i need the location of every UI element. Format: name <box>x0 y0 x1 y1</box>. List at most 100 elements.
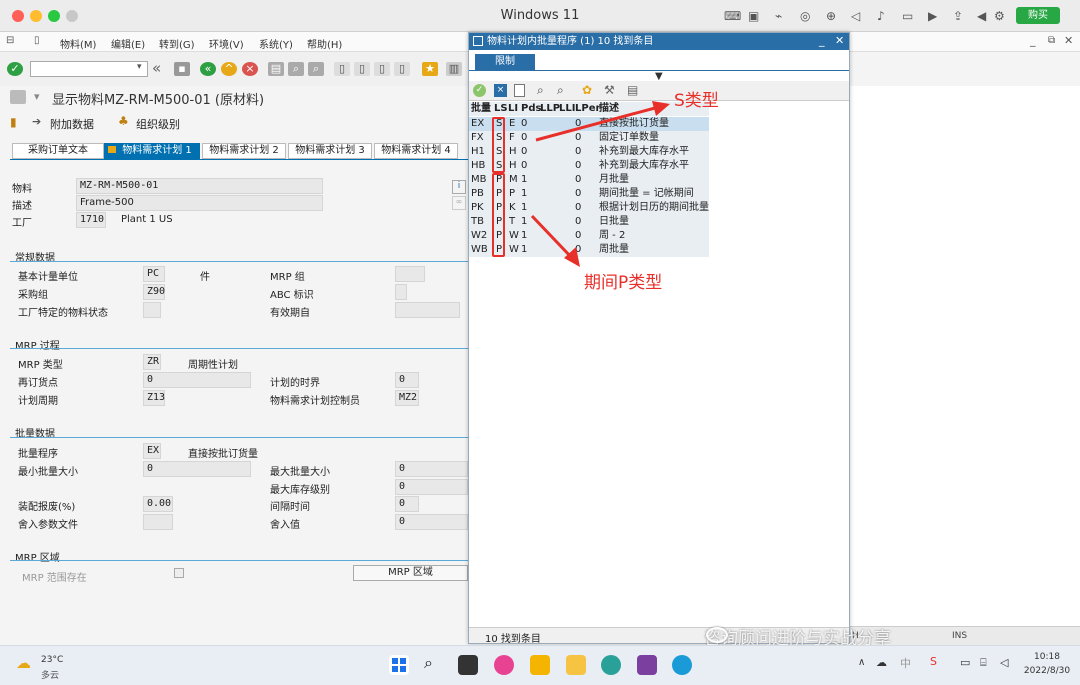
save-icon[interactable]: ▪ <box>174 62 190 76</box>
gear-icon[interactable]: ⚙ <box>994 9 1005 23</box>
dropdown-icon[interactable]: ▾ <box>34 90 40 103</box>
tray-chevron-icon[interactable]: ∧ <box>858 657 865 668</box>
fullscreen-window-button[interactable] <box>66 10 78 22</box>
network-icon[interactable]: ⌸ <box>980 656 987 670</box>
org-levels-button[interactable]: 组织级别 <box>136 116 180 132</box>
file-explorer-icon[interactable] <box>566 655 586 675</box>
base-unit-field[interactable]: PC <box>143 266 165 282</box>
tab-po-text[interactable]: 采购订单文本 <box>12 143 104 159</box>
tab-restrictions[interactable]: 限制 <box>475 54 535 70</box>
menu-goto[interactable]: 转到(G) <box>159 36 195 51</box>
print-icon[interactable]: ▤ <box>268 62 284 76</box>
back-icon[interactable]: « <box>200 62 216 76</box>
planning-horizon-field[interactable]: 0 <box>395 372 419 388</box>
microphone-icon[interactable]: ♪ <box>877 9 885 23</box>
popup-ok-icon[interactable]: ✓ <box>473 84 486 97</box>
rounding-value-field[interactable]: 0 <box>395 514 468 530</box>
menu-system[interactable]: 系统(Y) <box>259 36 293 51</box>
app-icon-teal[interactable] <box>601 655 621 675</box>
plant-field[interactable]: 1710 <box>76 212 106 228</box>
assembly-scrap-field[interactable]: 0.00 <box>143 496 173 512</box>
enter-icon[interactable]: ✓ <box>7 62 23 76</box>
close-icon[interactable]: ✕ <box>1064 34 1073 47</box>
menu-material[interactable]: 物料(M) <box>60 36 96 51</box>
popup-cancel-icon[interactable]: × <box>494 84 507 97</box>
org-levels-icon[interactable]: ♣ <box>118 114 129 128</box>
column-header-lot[interactable]: 批量 <box>471 102 491 116</box>
weather-temp[interactable]: 23°C <box>41 655 63 665</box>
share-icon[interactable]: ⇪ <box>953 9 963 23</box>
tab-mrp-1[interactable]: 物料需求计划 1 <box>104 143 200 159</box>
video-icon[interactable]: ▶ <box>928 9 937 23</box>
previous-page-icon[interactable]: ▯ <box>354 62 370 76</box>
new-session-icon[interactable]: ★ <box>422 62 438 76</box>
speaker-icon[interactable]: ◁ <box>851 9 860 23</box>
mrp-type-field[interactable]: ZR <box>143 354 161 370</box>
lot-procedure-field[interactable]: EX <box>143 443 161 459</box>
additional-data-button[interactable]: 附加数据 <box>50 116 94 132</box>
menu-edit[interactable]: 编辑(E) <box>111 36 145 51</box>
find-icon[interactable]: ⌕ <box>288 62 304 76</box>
max-stock-field[interactable]: 0 <box>395 479 468 495</box>
info-icon[interactable]: i <box>452 180 466 194</box>
weather-desc[interactable]: 多云 <box>41 668 59 681</box>
description-field[interactable]: Frame-500 <box>76 195 323 211</box>
purchasing-group-field[interactable]: Z90 <box>143 284 165 300</box>
printer-icon[interactable]: ▭ <box>902 9 913 23</box>
plant-status-field[interactable] <box>143 302 161 318</box>
abc-indicator-field[interactable] <box>395 284 407 300</box>
back-arrow-icon[interactable]: ◀ <box>977 9 986 23</box>
clock-date[interactable]: 2022/8/30 <box>1020 666 1074 676</box>
chip-icon[interactable]: ▣ <box>748 9 759 23</box>
max-lot-field[interactable]: 0 <box>395 461 468 477</box>
buy-button[interactable]: 购买 <box>1016 7 1060 24</box>
mrp-area-button[interactable]: MRP 区域 <box>353 565 468 581</box>
app-icon-circle[interactable] <box>494 655 514 675</box>
cloud-icon[interactable]: ☁ <box>876 656 887 669</box>
rounding-profile-field[interactable] <box>143 514 173 530</box>
layout-menu-icon[interactable]: ▥ <box>446 62 462 76</box>
tab-mrp-2[interactable]: 物料需求计划 2 <box>202 143 286 159</box>
display-icon[interactable]: ▭ <box>960 656 970 669</box>
popup-close-icon[interactable]: ✕ <box>835 34 844 47</box>
mrp-controller-field[interactable]: MZ2 <box>395 390 419 406</box>
task-view-icon[interactable] <box>458 655 478 675</box>
weather-icon[interactable]: ☁ <box>16 654 31 672</box>
first-page-icon[interactable]: ▯ <box>334 62 350 76</box>
interval-field[interactable]: 0 <box>395 496 419 512</box>
tab-mrp-4[interactable]: 物料需求计划 4 <box>374 143 458 159</box>
command-field[interactable] <box>30 61 148 77</box>
min-lot-field[interactable]: 0 <box>143 461 251 477</box>
menu-environment[interactable]: 环境(V) <box>209 36 244 51</box>
glasses-icon[interactable]: ∞ <box>452 196 466 210</box>
onenote-icon[interactable] <box>637 655 657 675</box>
minimize-window-button[interactable] <box>30 10 42 22</box>
double-chevron-left-icon[interactable]: « <box>152 59 161 77</box>
close-window-button[interactable] <box>12 10 24 22</box>
next-page-icon[interactable]: ▯ <box>374 62 390 76</box>
menu-help[interactable]: 帮助(H) <box>307 36 342 51</box>
globe-icon[interactable]: ⊕ <box>826 9 836 23</box>
app-icon-sap[interactable] <box>530 655 550 675</box>
cancel-icon[interactable]: × <box>242 62 258 76</box>
antivirus-icon[interactable]: S <box>930 655 937 668</box>
chevron-down-icon[interactable]: ▾ <box>137 62 142 72</box>
zoom-window-button[interactable] <box>48 10 60 22</box>
valid-from-field[interactable] <box>395 302 460 318</box>
column-header-ls[interactable]: LS <box>494 102 508 116</box>
planning-cycle-field[interactable]: Z13 <box>143 390 165 406</box>
start-icon[interactable] <box>389 655 409 675</box>
find-next-icon[interactable]: ⌕ <box>308 62 324 76</box>
edge-icon[interactable] <box>672 655 692 675</box>
window-menu-icon[interactable]: ⊟ <box>6 35 14 46</box>
tab-mrp-3[interactable]: 物料需求计划 3 <box>288 143 372 159</box>
usb-icon[interactable]: ⌁ <box>775 9 782 23</box>
additional-data-icon[interactable]: ▮ <box>10 115 17 129</box>
camera-icon[interactable]: ◎ <box>800 9 810 23</box>
column-header-li[interactable]: LI <box>508 102 518 116</box>
input-method-icon[interactable]: 中 <box>900 655 911 671</box>
mrp-area-exists-checkbox[interactable] <box>174 568 184 578</box>
material-field[interactable]: MZ-RM-M500-01 <box>76 178 323 194</box>
last-page-icon[interactable]: ▯ <box>394 62 410 76</box>
restore-icon[interactable]: ⧉ <box>1048 35 1055 46</box>
